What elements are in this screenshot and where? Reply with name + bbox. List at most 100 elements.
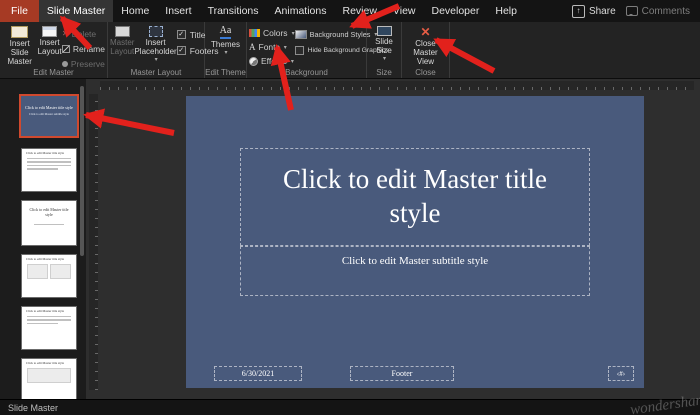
share-label: Share xyxy=(589,6,616,17)
thumbnail-title-text: Click to edit Master title style xyxy=(26,152,72,156)
view-mode-label: Slide Master xyxy=(0,403,58,413)
thumbnail-title-text: Click to edit Master title style xyxy=(26,208,72,218)
background-styles-icon xyxy=(295,30,307,39)
group-close: ✕ Close Master View Close xyxy=(402,22,450,78)
share-button[interactable]: ↑ Share xyxy=(572,5,616,18)
effects-icon xyxy=(249,57,258,66)
colors-button[interactable]: Colors ▾ xyxy=(249,27,295,39)
slide-thumbnail-2[interactable]: Click to edit Master title style xyxy=(21,148,77,192)
close-master-view-icon: ✕ xyxy=(420,26,430,38)
size-group-label: Size xyxy=(367,68,401,77)
edit-master-small-buttons: ✕ Delete Rename Preserve xyxy=(62,24,105,70)
master-layout-button[interactable]: Master Layout xyxy=(110,24,134,56)
tab-insert[interactable]: Insert xyxy=(157,0,199,22)
thumbnail-scrollbar[interactable] xyxy=(80,86,84,256)
tab-animations[interactable]: Animations xyxy=(267,0,335,22)
ribbon-spacer xyxy=(450,22,700,78)
effects-label: Effects xyxy=(261,56,287,66)
horizontal-ruler xyxy=(100,81,694,90)
rename-button[interactable]: Rename xyxy=(62,43,105,55)
date-placeholder[interactable]: 6/30/2021 xyxy=(214,366,302,381)
master-title-text: Click to edit Master title style xyxy=(241,163,589,231)
slide-number-text: ‹#› xyxy=(617,370,625,378)
slide-thumbnail-6[interactable]: Click to edit Master title style xyxy=(21,358,77,402)
colors-icon xyxy=(249,29,260,37)
edit-theme-group-label: Edit Theme xyxy=(205,68,246,77)
themes-icon: Aa xyxy=(220,26,232,39)
thumbnail-content-lines xyxy=(27,220,71,226)
footers-checkbox-box: ✓ xyxy=(177,46,186,55)
thumbnail-title-text: Click to edit Master title style xyxy=(26,310,72,314)
slide-size-caret-icon: ▾ xyxy=(383,56,386,63)
effects-caret-icon: ▾ xyxy=(291,58,294,65)
preserve-icon xyxy=(62,61,68,67)
vertical-ruler xyxy=(89,94,98,390)
slide-number-placeholder[interactable]: ‹#› xyxy=(608,366,634,381)
group-master-layout: Master Layout Insert Placeholder ▾ ✓ Tit… xyxy=(108,22,205,78)
thumbnail-content-lines xyxy=(27,158,71,170)
insert-layout-button[interactable]: Insert Layout xyxy=(37,24,62,56)
delete-icon: ✕ xyxy=(62,30,69,38)
date-text: 6/30/2021 xyxy=(242,369,274,378)
slide-thumbnail-5[interactable]: Click to edit Master title style xyxy=(21,306,77,350)
delete-button[interactable]: ✕ Delete xyxy=(62,28,105,40)
subtitle-placeholder[interactable]: Click to edit Master subtitle style xyxy=(240,246,590,296)
editing-canvas: Click to edit Master title style Click t… xyxy=(86,78,700,400)
hide-background-graphics-box xyxy=(295,46,304,55)
thumbnail-subtitle-text: Click to edit Master subtitle style xyxy=(21,112,77,116)
fonts-caret-icon: ▾ xyxy=(284,44,287,51)
master-layout-label: Master Layout xyxy=(110,38,134,56)
insert-placeholder-caret-icon: ▾ xyxy=(155,57,158,64)
tab-file[interactable]: File xyxy=(0,0,39,22)
comments-icon xyxy=(626,6,638,16)
slide-size-button[interactable]: Slide Size ▾ xyxy=(369,24,399,63)
footer-placeholder[interactable]: Footer xyxy=(350,366,454,381)
tab-transitions[interactable]: Transitions xyxy=(200,0,267,22)
rename-icon xyxy=(62,45,70,53)
tab-developer[interactable]: Developer xyxy=(424,0,488,22)
themes-label: Themes xyxy=(211,40,240,49)
thumbnail-content-boxes xyxy=(27,264,71,279)
footer-text: Footer xyxy=(392,369,413,378)
slide-thumbnail-1[interactable]: Click to edit Master title style Click t… xyxy=(19,94,79,138)
insert-placeholder-button[interactable]: Insert Placeholder ▾ xyxy=(134,24,176,64)
master-layout-icon xyxy=(115,26,130,37)
effects-button[interactable]: Effects ▾ xyxy=(249,55,295,67)
comments-button[interactable]: Comments xyxy=(626,6,690,17)
insert-slide-master-button[interactable]: Insert Slide Master xyxy=(2,24,37,67)
insert-layout-icon xyxy=(42,26,57,37)
background-styles-label: Background Styles xyxy=(310,30,371,39)
titlebar-right: ↑ Share Comments xyxy=(572,0,700,22)
ribbon-tab-bar: File Slide Master Home Insert Transition… xyxy=(0,0,700,22)
slide-thumbnail-4[interactable]: Click to edit Master title style xyxy=(21,254,77,298)
thumbnail-title-text: Click to edit Master title style xyxy=(25,105,73,110)
slide-size-label: Slide Size xyxy=(369,37,399,55)
tab-review[interactable]: Review xyxy=(334,0,384,22)
tab-view[interactable]: View xyxy=(385,0,424,22)
slide-canvas[interactable]: Click to edit Master title style Click t… xyxy=(186,96,644,388)
title-checkbox-box: ✓ xyxy=(177,30,186,39)
themes-button[interactable]: Aa Themes ▾ xyxy=(211,24,240,57)
edit-master-group-label: Edit Master xyxy=(0,68,107,77)
comments-label: Comments xyxy=(642,6,690,17)
powerpoint-window: File Slide Master Home Insert Transition… xyxy=(0,0,700,415)
background-group-label: Background xyxy=(247,68,366,77)
tab-slide-master[interactable]: Slide Master xyxy=(39,0,113,22)
ribbon: Insert Slide Master Insert Layout ✕ Dele… xyxy=(0,22,700,79)
title-placeholder[interactable]: Click to edit Master title style xyxy=(240,148,590,246)
share-icon: ↑ xyxy=(572,5,585,18)
tab-help[interactable]: Help xyxy=(487,0,525,22)
master-subtitle-text: Click to edit Master subtitle style xyxy=(241,255,589,267)
slide-thumbnail-3[interactable]: Click to edit Master title style xyxy=(21,200,77,246)
group-size: Slide Size ▾ Size xyxy=(367,22,402,78)
close-master-view-button[interactable]: ✕ Close Master View xyxy=(404,24,447,67)
insert-slide-master-label: Insert Slide Master xyxy=(2,39,37,67)
status-bar: Slide Master xyxy=(0,399,700,415)
themes-caret-icon: ▾ xyxy=(224,50,227,57)
slide-size-icon xyxy=(377,26,392,36)
insert-layout-label: Insert Layout xyxy=(37,38,62,56)
close-master-view-label: Close Master View xyxy=(404,39,447,67)
tab-home[interactable]: Home xyxy=(113,0,157,22)
fonts-button[interactable]: A Fonts ▾ xyxy=(249,41,295,53)
fonts-label: Fonts xyxy=(259,42,280,52)
